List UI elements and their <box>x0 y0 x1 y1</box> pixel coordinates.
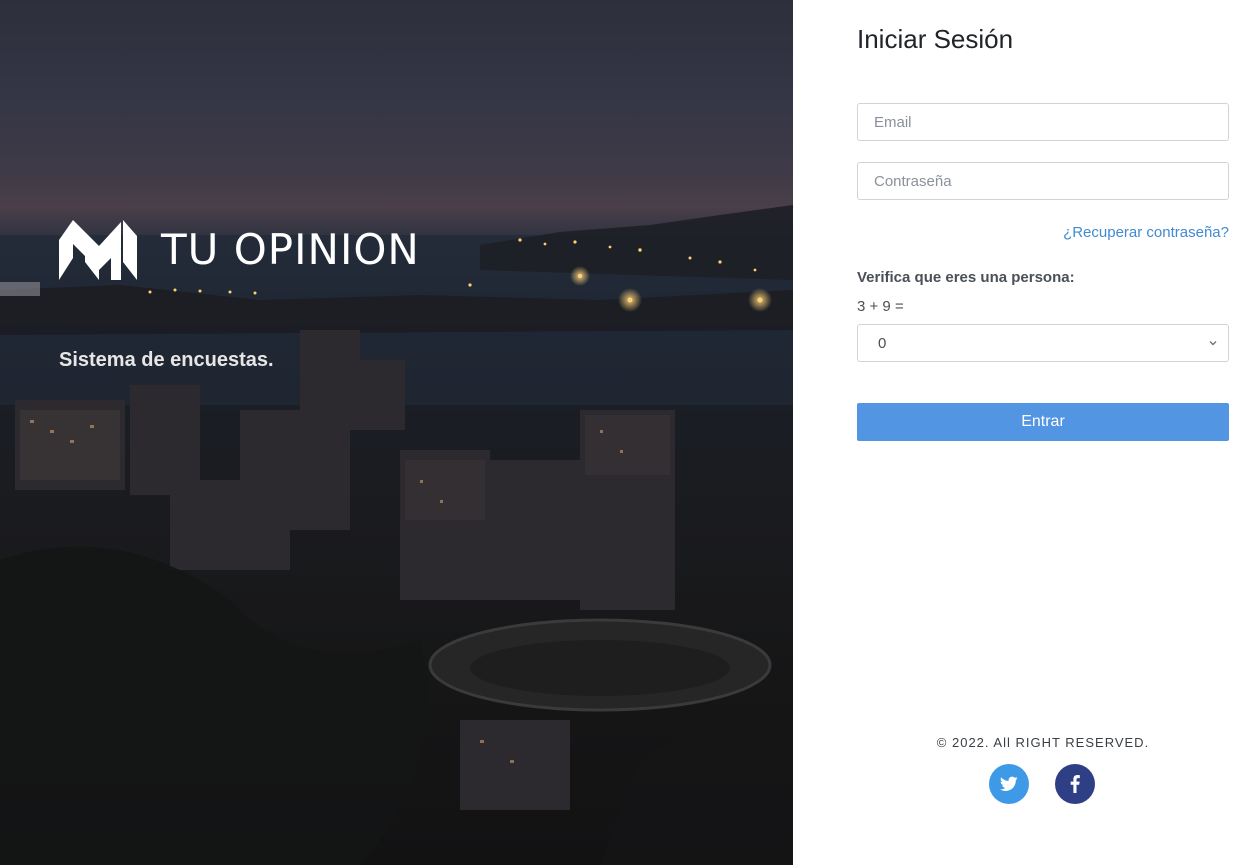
hero-background: TU OPINION Sistema de encuestas. <box>0 0 793 865</box>
copyright: © 2022. All RIGHT RESERVED. <box>936 735 1150 750</box>
brand-name: TU OPINION <box>161 225 420 274</box>
brand-logo-icon <box>59 220 137 280</box>
recover-password-link[interactable]: ¿Recuperar contraseña? <box>1063 224 1229 241</box>
city-night-image <box>0 205 793 865</box>
login-page: TU OPINION Sistema de encuestas. Iniciar… <box>0 0 1256 865</box>
brand-tagline: Sistema de encuestas. <box>59 349 274 371</box>
login-panel: Iniciar Sesión ¿Recuperar contraseña? Ve… <box>793 0 1256 865</box>
submit-button[interactable]: Entrar <box>857 403 1229 441</box>
facebook-button[interactable] <box>1055 764 1095 804</box>
page-title: Iniciar Sesión <box>857 24 1014 54</box>
chevron-down-icon <box>1209 341 1217 346</box>
twitter-button[interactable] <box>989 764 1029 804</box>
email-field[interactable] <box>857 103 1229 141</box>
captcha-label: Verifica que eres una persona: <box>857 269 1075 286</box>
password-field[interactable] <box>857 162 1229 200</box>
captcha-answer-value: 0 <box>878 334 887 352</box>
brand: TU OPINION <box>59 218 420 282</box>
captcha-question: 3 + 9 = <box>857 298 904 315</box>
facebook-icon <box>1070 775 1080 793</box>
captcha-answer-select[interactable]: 0 <box>857 324 1229 362</box>
twitter-icon <box>1000 776 1018 791</box>
